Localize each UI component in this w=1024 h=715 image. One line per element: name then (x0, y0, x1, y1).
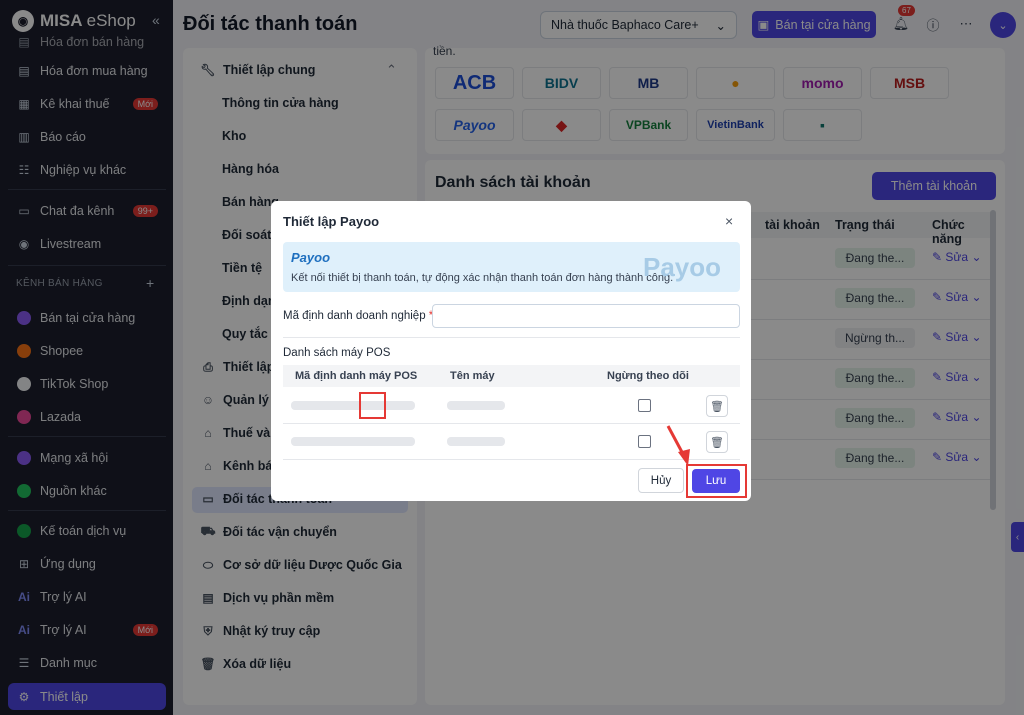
banner-description: Kết nối thiết bị thanh toán, tự động xác… (291, 272, 674, 284)
pos-table-header: Mã định danh máy POS Tên máy Ngừng theo … (283, 365, 740, 387)
table-row: 🗑︎ (283, 424, 740, 460)
stop-tracking-checkbox[interactable] (638, 435, 651, 448)
payoo-setup-dialog: Thiết lập Payoo × Payoo Kết nối thiết bị… (271, 201, 751, 501)
redacted-pos-name (447, 437, 505, 446)
column-header: Mã định danh máy POS (295, 370, 418, 382)
cancel-button[interactable]: Hủy (638, 468, 684, 493)
divider (283, 337, 740, 338)
business-id-label: Mã định danh doanh nghiệp * (283, 310, 433, 322)
redacted-pos-id (291, 437, 415, 446)
pos-list-label: Danh sách máy POS (283, 347, 391, 359)
business-id-input[interactable] (432, 304, 740, 328)
close-icon[interactable]: × (725, 213, 733, 229)
dialog-title: Thiết lập Payoo (283, 214, 380, 229)
trash-icon[interactable]: 🗑︎ (706, 431, 728, 453)
redacted-pos-id (291, 401, 415, 410)
save-highlight-box (686, 464, 747, 498)
payoo-watermark: Payoo (643, 252, 722, 282)
column-header: Ngừng theo dõi (607, 370, 689, 382)
trash-icon[interactable]: 🗑︎ (706, 395, 728, 417)
stop-tracking-checkbox[interactable] (638, 399, 651, 412)
column-header: Tên máy (450, 370, 495, 382)
payoo-logo: Payoo (291, 250, 331, 265)
payoo-banner: Payoo Kết nối thiết bị thanh toán, tự độ… (283, 242, 740, 292)
redacted-pos-name (447, 401, 505, 410)
table-row: 🗑︎ (283, 388, 740, 424)
checkbox-highlight-box (359, 392, 386, 419)
